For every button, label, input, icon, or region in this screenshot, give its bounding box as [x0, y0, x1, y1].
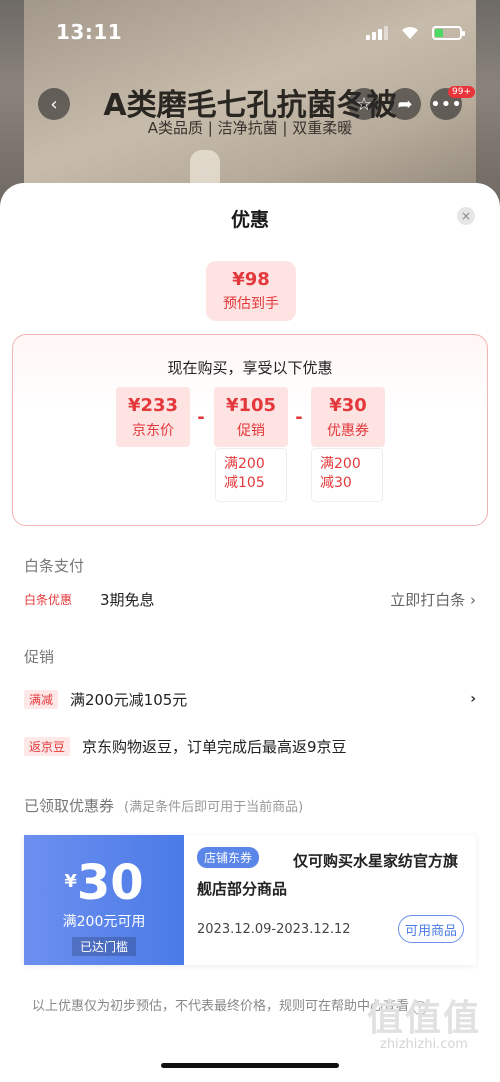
baitiao-text: 3期免息 — [100, 590, 155, 609]
baitiao-tag: 白条优惠 — [24, 592, 73, 607]
coupon-card: ¥30 满200元可用 已达门槛 仅可购买水星家纺官方旗舰店部分商品 店铺东券 … — [24, 835, 476, 965]
promotion-tag: 满减 — [24, 689, 59, 709]
baitiao-row[interactable]: 白条优惠 3期免息 立即打白条 › — [24, 587, 476, 611]
final-price: ¥98 — [232, 269, 270, 290]
share-button[interactable]: ➦ — [389, 88, 421, 120]
close-button[interactable]: × — [457, 207, 475, 225]
condition-line: 减30 — [320, 475, 352, 491]
coupon-currency: ¥ — [64, 871, 77, 892]
breakdown-value: ¥105 — [225, 395, 277, 416]
condition-line: 减105 — [224, 475, 265, 491]
share-icon: ➦ — [397, 93, 413, 115]
available-products-button[interactable]: 可用商品 — [398, 915, 464, 943]
final-price-label: 预估到手 — [223, 296, 279, 312]
product-subtitle: A类品质 | 洁净抗菌 | 双重柔暖 — [147, 119, 353, 137]
breakdown-item-coupon: ¥30 优惠券 — [311, 387, 385, 447]
baitiao-action[interactable]: 立即打白条 › — [390, 589, 476, 610]
wifi-icon — [402, 26, 418, 39]
signal-icon — [366, 26, 388, 40]
condition-line: 满200 — [320, 456, 361, 472]
battery-icon — [432, 26, 465, 40]
promotion-tag: 返京豆 — [24, 736, 71, 756]
discount-sheet: 优惠 × ¥98 预估到手 现在购买，享受以下优惠 ¥233 京东价 - ¥10… — [0, 183, 500, 1082]
coupon-value: 30 — [76, 855, 144, 911]
coupon-condition: 满200 减30 — [311, 448, 383, 502]
footer-note-text: 以上优惠仅为初步预估，不代表最终价格，规则可在帮助中心查看 — [32, 999, 410, 1014]
condition-line: 满200 — [224, 456, 265, 472]
promotion-text: 京东购物返豆，订单完成后最高返9京豆 — [82, 737, 347, 756]
promotion-row: 返京豆 京东购物返豆，订单完成后最高返9京豆 — [24, 734, 476, 758]
favorite-button[interactable]: ☆ — [348, 88, 380, 120]
promotion-section-title: 促销 — [24, 648, 55, 666]
star-icon: ☆ — [355, 93, 373, 115]
minus-sign: - — [295, 407, 303, 428]
breakdown-name: 优惠券 — [327, 423, 369, 439]
coupon-status: 已达门槛 — [71, 937, 136, 956]
coupon-amount: ¥30 — [24, 855, 184, 911]
breakdown-value: ¥233 — [127, 395, 179, 416]
minus-sign: - — [197, 407, 205, 428]
coupon-kind-badge: 店铺东券 — [197, 847, 260, 868]
breakdown-value: ¥30 — [329, 395, 367, 416]
price-breakdown: 现在购买，享受以下优惠 ¥233 京东价 - ¥105 促销 - ¥30 优惠券… — [12, 334, 488, 526]
breakdown-item-jd-price: ¥233 京东价 — [116, 387, 190, 447]
coupon-section-title: 已领取优惠券 (满足条件后即可用于当前商品) — [24, 795, 303, 816]
promotion-text: 满200元减105元 — [70, 690, 188, 709]
breakdown-heading: 现在购买，享受以下优惠 — [167, 359, 333, 377]
home-indicator[interactable] — [161, 1063, 339, 1068]
coupon-stub: ¥30 满200元可用 已达门槛 — [24, 835, 184, 965]
sheet-title: 优惠 — [230, 209, 269, 231]
lamp-decoration — [190, 150, 220, 186]
close-icon: × — [460, 209, 472, 223]
promotion-row[interactable]: 满减 满200元减105元 › — [24, 687, 476, 711]
coupon-condition: 满200元可用 — [62, 914, 146, 930]
message-badge: 99+ — [448, 86, 475, 98]
watermark-logo: 值值值 — [366, 998, 481, 1039]
breakdown-item-promotion: ¥105 促销 — [214, 387, 288, 447]
chevron-right-icon: › — [470, 691, 476, 707]
breakdown-name: 促销 — [237, 423, 265, 439]
final-price-badge: ¥98 预估到手 — [206, 261, 296, 321]
breakdown-name: 京东价 — [132, 423, 174, 439]
coupon-section-note: (满足条件后即可用于当前商品) — [124, 800, 304, 815]
status-time: 13:11 — [56, 20, 123, 44]
watermark: 值值值 zhizhizhi.com — [354, 989, 494, 1052]
coupon-section-label: 已领取优惠券 — [24, 797, 115, 815]
coupon-validity: 2023.12.09-2023.12.12 — [197, 922, 351, 937]
promotion-condition: 满200 减105 — [215, 448, 287, 502]
status-bar: 13:11 — [0, 20, 500, 48]
baitiao-section-title: 白条支付 — [24, 557, 85, 575]
